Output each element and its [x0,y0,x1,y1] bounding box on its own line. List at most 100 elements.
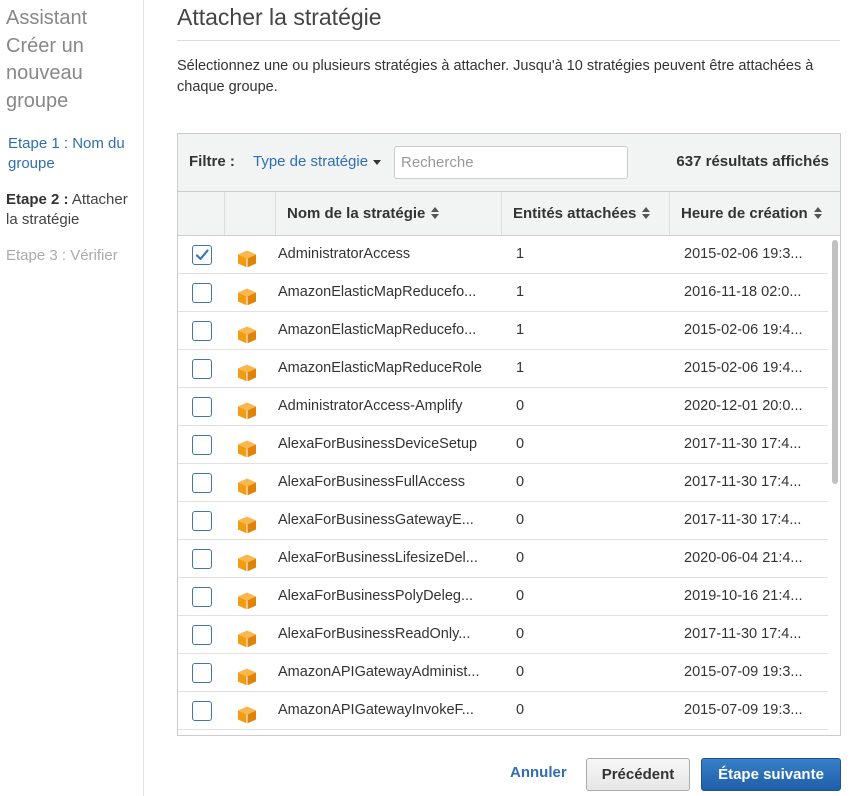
policy-name: AmazonAPIGatewayAdminist... [278,664,480,680]
select-cell [178,616,225,653]
attached-entities: 0 [516,398,525,414]
table-row[interactable]: AdministratorAccess 1 2015-02-06 19:3... [178,236,828,274]
table-row[interactable]: AdministratorAccess-Amplify 0 2020-12-01 2… [178,388,828,426]
select-cell [178,502,225,539]
attached-entities: 1 [516,246,525,262]
row-checkbox[interactable] [192,473,212,493]
policy-type-label: Type de stratégie [253,153,369,170]
icon-cell [225,502,276,539]
sort-icon [813,207,823,219]
page-description: Sélectionnez une ou plusieurs stratégies… [177,58,814,95]
icon-cell [225,692,276,729]
table-row[interactable]: AlexaForBusinessLifesizeDel... 0 2020-06-0… [178,540,828,578]
row-checkbox[interactable] [192,245,212,265]
select-cell [178,350,225,387]
policy-name: AmazonElasticMapReduceRole [278,360,482,376]
row-checkbox[interactable] [192,701,212,721]
table-body: AdministratorAccess 1 2015-02-06 19:3... Am… [178,236,828,730]
column-header-name-label: Nom de la stratégie [287,205,426,222]
creation-time: 2017-11-30 17:4... [684,626,802,642]
wizard-sidebar: Assistant Créer un nouveau groupe Etape … [0,0,144,796]
select-cell [178,312,225,349]
search-input[interactable] [394,146,628,179]
column-header-created[interactable]: Heure de création [670,192,840,235]
page-title: Attacher la stratégie [177,4,382,30]
icon-cell [225,350,276,387]
row-checkbox[interactable] [192,625,212,645]
policy-name: AdministratorAccess-Amplify [278,398,463,414]
wizard-step-3: Etape 3 : Vérifier [6,247,118,264]
icon-cell [225,578,276,615]
wizard-title: Assistant Créer un nouveau groupe [6,7,88,112]
column-header-entities[interactable]: Entités attachées [502,192,670,235]
policy-name: AlexaForBusinessFullAccess [278,474,465,490]
row-checkbox[interactable] [192,359,212,379]
select-cell [178,540,225,577]
table-row[interactable]: AmazonElasticMapReducefo... 1 2015-02-06 1… [178,312,828,350]
table-row[interactable]: AlexaForBusinessReadOnly... 0 2017-11-30 1… [178,616,828,654]
icon-cell [225,616,276,653]
policy-name: AmazonAPIGatewayInvokeF... [278,702,474,718]
row-checkbox[interactable] [192,397,212,417]
row-checkbox[interactable] [192,511,212,531]
previous-button[interactable]: Précédent [586,758,690,791]
select-cell [178,654,225,691]
policy-name: AmazonElasticMapReducefo... [278,284,477,300]
policy-name: AlexaForBusinessPolyDeleg... [278,588,474,604]
aws-box-icon [237,322,257,349]
table-row[interactable]: AmazonElasticMapReducefo... 1 2016-11-18 0… [178,274,828,312]
creation-time: 2015-02-06 19:4... [684,360,803,376]
aws-box-icon [237,664,257,691]
aws-box-icon [237,512,257,539]
table-row[interactable]: AmazonAPIGatewayAdminist... 0 2015-07-09 1… [178,654,828,692]
table-row[interactable]: AlexaForBusinessDeviceSetup 0 2017-11-30 1… [178,426,828,464]
wizard-step-2-prefix: Etape 2 : [6,191,69,208]
aws-box-icon [237,550,257,577]
table-row[interactable]: AlexaForBusinessFullAccess 0 2017-11-30 17… [178,464,828,502]
results-count: 637 résultats affichés [676,153,829,170]
row-checkbox[interactable] [192,663,212,683]
policy-name: AlexaForBusinessLifesizeDel... [278,550,478,566]
aws-box-icon [237,436,257,463]
row-checkbox[interactable] [192,321,212,341]
row-checkbox[interactable] [192,283,212,303]
attached-entities: 0 [516,550,525,566]
attached-entities: 1 [516,284,525,300]
attached-entities: 0 [516,702,525,718]
policy-name: AlexaForBusinessGatewayE... [278,512,474,528]
table-row[interactable]: AmazonElasticMapReduceRole 1 2015-02-06 19… [178,350,828,388]
creation-time: 2016-11-18 02:0... [684,284,802,300]
cancel-button[interactable]: Annuler [510,764,567,781]
policy-name: AmazonElasticMapReducefo... [278,322,477,338]
icon-cell [225,464,276,501]
aws-box-icon [237,702,257,729]
policy-type-dropdown[interactable]: Type de stratégie [253,153,382,170]
select-cell [178,274,225,311]
column-header-entities-label: Entités attachées [513,205,637,222]
attached-entities: 0 [516,626,525,642]
next-step-button[interactable]: Étape suivante [701,758,841,791]
table-row[interactable]: AlexaForBusinessGatewayE... 0 2017-11-30 1… [178,502,828,540]
attached-entities: 0 [516,436,525,452]
row-checkbox[interactable] [192,587,212,607]
attached-entities: 0 [516,512,525,528]
icon-cell [225,274,276,311]
sort-icon [642,207,651,219]
column-header-name[interactable]: Nom de la stratégie [276,192,502,235]
creation-time: 2015-02-06 19:4... [684,322,803,338]
table-row[interactable]: AmazonAPIGatewayInvokeF... 0 2015-07-09 19… [178,692,828,730]
wizard-step-2: Etape 2 : Attacher la stratégie [6,190,138,230]
wizard-step-1[interactable]: Etape 1 : Nom du groupe [6,134,138,174]
creation-time: 2017-11-30 17:4... [684,512,802,528]
attached-entities: 1 [516,322,525,338]
creation-time: 2020-12-01 20:0... [684,398,803,414]
table-scrollbar[interactable] [832,240,838,484]
policy-name: AdministratorAccess [278,246,411,262]
icon-cell [225,540,276,577]
attached-entities: 1 [516,360,525,376]
creation-time: 2019-10-16 21:4... [684,588,803,604]
select-cell [178,578,225,615]
row-checkbox[interactable] [192,435,212,455]
row-checkbox[interactable] [192,549,212,569]
table-row[interactable]: AlexaForBusinessPolyDeleg... 0 2019-10-16 … [178,578,828,616]
